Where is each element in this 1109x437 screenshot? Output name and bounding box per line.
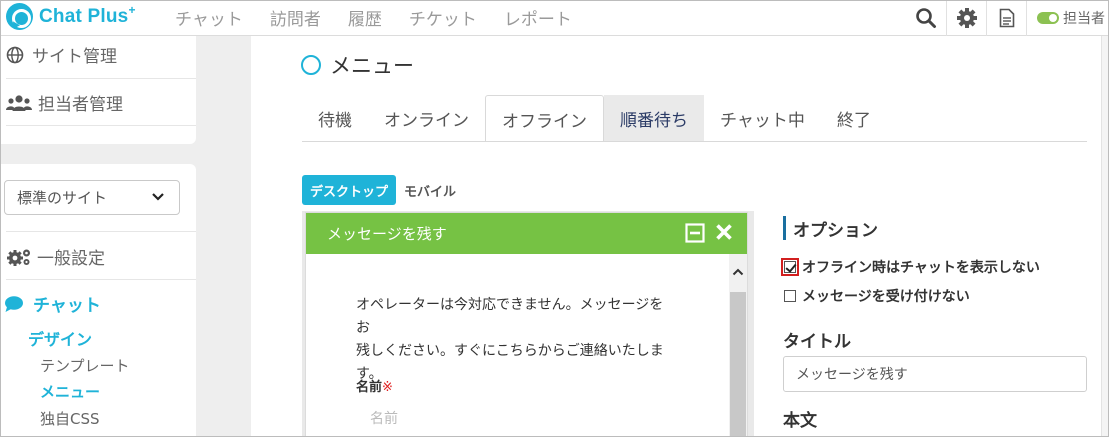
sidebar-divider [6,231,196,232]
option-label: メッセージを受け付けない [802,289,970,305]
tab-desktop[interactable]: デスクトップ [302,175,397,205]
nav-reports[interactable]: レポート [504,5,572,30]
option-hide-chat-offline[interactable]: オフライン時はチャットを表示しない [781,257,1040,277]
widget-header: メッセージを残す [306,213,747,254]
status-tabs: 待機 オンライン オフライン 順番待ち チャット中 終了 [302,95,887,142]
chat-widget-preview: メッセージを残す オペレーターは今対応できません。メッセージをお 残しください。… [305,212,748,437]
widget-message-line: 残しください。すぐにこちらからご連絡いたしま [356,343,664,359]
page-scrollbar[interactable] [1101,36,1109,437]
title-field-label: タイトル [783,332,851,352]
logo-text: Chat Plus [39,5,129,27]
status-toggle[interactable] [1037,12,1059,24]
tab-offline[interactable]: オフライン [485,95,604,142]
tab-ended[interactable]: 終了 [821,95,887,142]
sidebar-item-custom-css[interactable]: 独自CSS [40,408,100,429]
tab-online[interactable]: オンライン [368,95,485,142]
widget-header-title: メッセージを残す [327,225,447,243]
search-button[interactable] [906,0,946,36]
tab-mobile[interactable]: モバイル [396,175,464,205]
sidebar-divider [6,125,196,126]
widget-message: オペレーターは今対応できません。メッセージをお 残しください。すぐにこちらからご… [356,294,676,386]
top-navigation: チャット 訪問者 履歴 チケット レポート [175,5,599,30]
chevron-up-icon[interactable] [732,268,744,276]
sidebar-item-label: 担当者管理 [38,95,123,115]
sidebar-item-menu[interactable]: メニュー [40,381,100,402]
globe-icon [6,46,24,63]
nav-tickets[interactable]: チケット [409,5,477,30]
users-icon [6,94,32,111]
gear-icon [956,8,977,28]
page-title-text: メニュー [330,54,414,78]
minimize-icon[interactable] [685,223,705,243]
device-tabs: デスクトップ モバイル [302,175,464,205]
sidebar-divider [6,279,196,280]
checkbox-hide-chat-offline[interactable] [781,258,799,276]
site-select[interactable]: 標準のサイト [4,180,180,215]
close-icon[interactable] [715,223,733,241]
circle-icon [301,55,321,75]
sidebar-item-label: サイト管理 [32,47,117,67]
top-bar: Chat Plus+ チャット 訪問者 履歴 チケット レポート 担当者 [0,0,1109,36]
chat-bubble-icon [5,295,23,312]
operator-status[interactable]: 担当者 [1026,0,1109,36]
sidebar-item-site-manage[interactable]: サイト管理 [6,42,117,67]
chevron-down-icon [152,193,164,201]
nav-chat[interactable]: チャット [175,5,243,30]
search-icon [916,8,936,28]
operator-label: 担当者 [1063,11,1105,27]
title-input[interactable]: メッセージを残す [783,356,1087,392]
sidebar-item-label: 一般設定 [37,249,105,269]
widget-message-line: す。 [356,366,383,382]
sidebar-item-design[interactable]: デザイン [28,326,92,350]
sidebar-item-general-settings[interactable]: 一般設定 [6,244,105,269]
app-logo[interactable]: Chat Plus+ [6,3,136,30]
options-heading: オプション [783,216,878,241]
widget-scrollbar[interactable] [729,254,747,437]
sidebar-divider [6,78,196,79]
name-field-label: 名前※ [356,376,393,395]
checkbox-no-messages[interactable] [784,290,796,302]
scrollbar-thumb[interactable] [730,292,746,437]
sidebar-item-template[interactable]: テンプレート [40,355,130,376]
option-label: オフライン時はチャットを表示しない [802,260,1040,276]
page-title: メニュー [301,50,414,80]
top-icons: 担当者 [906,0,1109,36]
settings-button[interactable] [946,0,986,36]
chat-bubble-logo-icon [6,3,33,30]
tab-chatting[interactable]: チャット中 [704,95,821,142]
tabs-underline [302,141,1087,142]
widget-body: オペレーターは今対応できません。メッセージをお 残しください。すぐにこちらからご… [306,254,731,437]
tab-queue[interactable]: 順番待ち [604,95,704,142]
name-input[interactable]: 名前 [370,408,398,428]
sidebar-item-chat[interactable]: チャット [4,291,101,316]
logo-plus: + [128,2,136,17]
document-button[interactable] [986,0,1026,36]
sidebar-item-operator-manage[interactable]: 担当者管理 [6,90,123,115]
nav-history[interactable]: 履歴 [348,5,382,30]
nav-visitors[interactable]: 訪問者 [270,5,321,30]
name-label-text: 名前 [356,380,383,395]
body-field-label: 本文 [783,411,817,431]
sidebar-item-label: チャット [33,296,101,316]
tab-waiting[interactable]: 待機 [302,95,368,142]
option-no-messages[interactable]: メッセージを受け付けない [784,286,970,306]
required-mark: ※ [382,380,393,395]
widget-message-line: オペレーターは今対応できません。メッセージをお [356,297,664,336]
site-select-value: 標準のサイト [17,189,108,207]
document-icon [999,8,1014,28]
gears-icon [7,249,30,266]
